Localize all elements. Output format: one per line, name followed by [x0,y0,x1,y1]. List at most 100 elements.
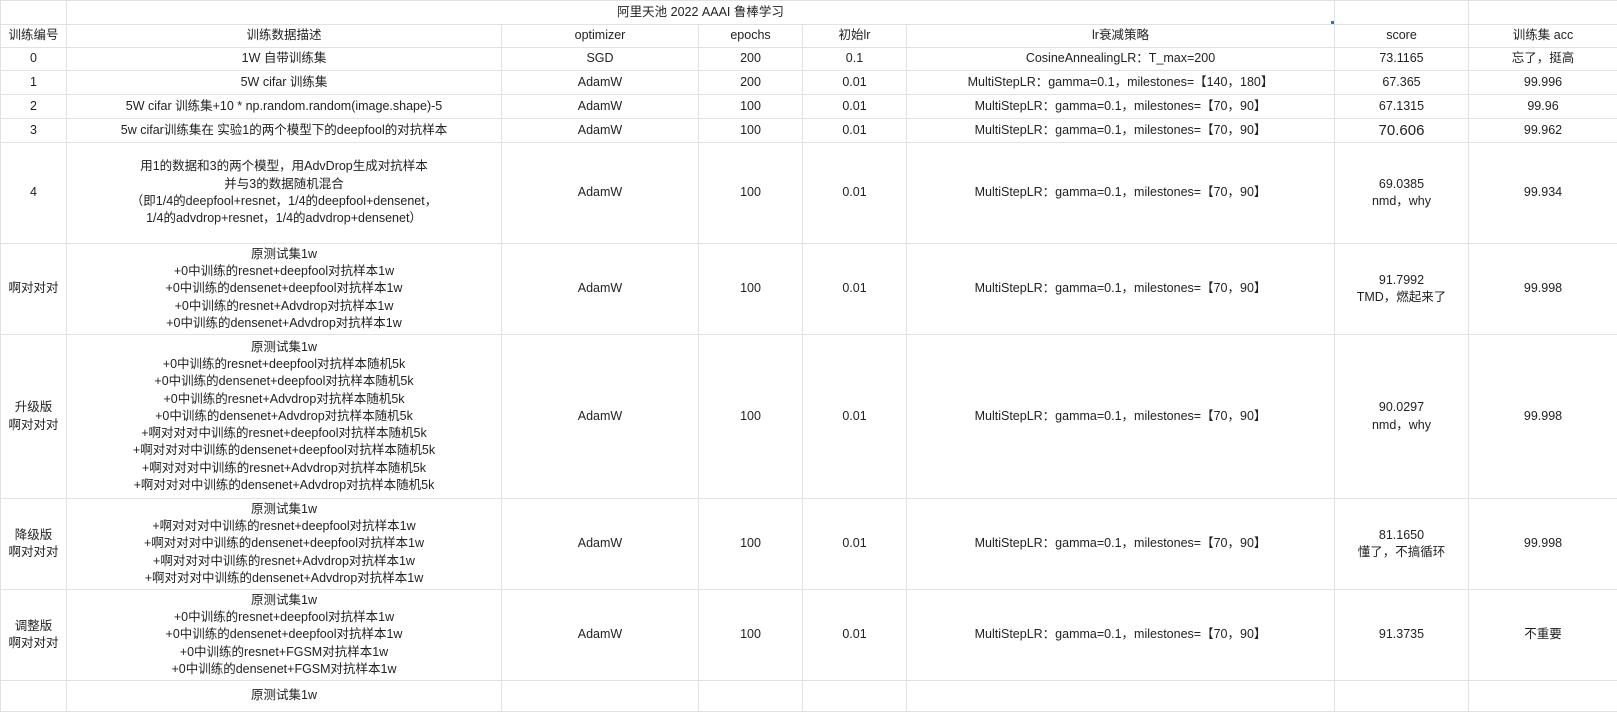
cell-lr-strategy-text: MultiStepLR：gamma=0.1，milestones=【70，90】 [975,185,1267,199]
cell-id[interactable]: 降级版啊对对对 [1,499,67,590]
cell-desc[interactable]: 原测试集1w+0中训练的resnet+deepfool对抗样本随机5k+0中训练… [67,335,502,499]
cell-lr[interactable]: 0.01 [803,71,907,95]
cell-id[interactable]: 2 [1,95,67,119]
cell-lr-strategy[interactable]: MultiStepLR：gamma=0.1，milestones=【70，90】 [907,119,1335,143]
cell-id[interactable]: 4 [1,143,67,244]
cell-lr[interactable]: 0.01 [803,95,907,119]
empty-cell[interactable] [1,1,67,25]
fill-handle[interactable] [1330,20,1335,25]
header-cell-optimizer[interactable]: optimizer [502,25,699,48]
cell-desc[interactable]: 原测试集1w+啊对对对中训练的resnet+deepfool对抗样本1w+啊对对… [67,499,502,590]
cell-epochs[interactable]: 100 [699,143,803,244]
cell-train-acc[interactable]: 99.96 [1469,95,1617,119]
cell-desc[interactable]: 原测试集1w+0中训练的resnet+deepfool对抗样本1w+0中训练的d… [67,590,502,681]
cell-train-acc[interactable]: 99.996 [1469,71,1617,95]
table-row: 升级版啊对对对原测试集1w+0中训练的resnet+deepfool对抗样本随机… [1,335,1617,499]
cell-epochs[interactable]: 100 [699,499,803,590]
cell-epochs[interactable]: 200 [699,71,803,95]
cell-lr-strategy[interactable]: MultiStepLR：gamma=0.1，milestones=【140，18… [907,71,1335,95]
cell-id[interactable]: 啊对对对 [1,244,67,335]
cell-train-acc[interactable]: 不重要 [1469,590,1617,681]
cell-train-acc[interactable]: 99.998 [1469,335,1617,499]
cell-train-acc[interactable]: 99.998 [1469,499,1617,590]
cell-train-acc[interactable]: 99.998 [1469,244,1617,335]
header-cell-epochs[interactable]: epochs [699,25,803,48]
cell-desc[interactable]: 原测试集1w+0中训练的resnet+deepfool对抗样本1w+0中训练的d… [67,244,502,335]
cell-desc[interactable]: 5w cifar训练集在 实验1的两个模型下的deepfool的对抗样本 [67,119,502,143]
cell-lr[interactable]: 0.1 [803,48,907,71]
cell-optimizer[interactable]: AdamW [502,244,699,335]
cell-lr-text: 0.01 [842,409,866,423]
cell-train-acc[interactable] [1469,681,1617,712]
cell-lr[interactable]: 0.01 [803,244,907,335]
cell-optimizer[interactable]: AdamW [502,143,699,244]
cell-optimizer[interactable]: AdamW [502,590,699,681]
cell-lr-strategy[interactable]: MultiStepLR：gamma=0.1，milestones=【70，90】 [907,499,1335,590]
cell-lr-strategy[interactable]: MultiStepLR：gamma=0.1，milestones=【70，90】 [907,590,1335,681]
cell-score[interactable]: 69.0385nmd，why [1335,143,1469,244]
cell-train-acc[interactable]: 99.962 [1469,119,1617,143]
cell-score[interactable]: 91.7992TMD，燃起来了 [1335,244,1469,335]
cell-lr[interactable]: 0.01 [803,499,907,590]
cell-lr-strategy[interactable]: MultiStepLR：gamma=0.1，milestones=【70，90】 [907,95,1335,119]
cell-score[interactable] [1335,681,1469,712]
cell-desc[interactable]: 用1的数据和3的两个模型，用AdvDrop生成对抗样本并与3的数据随机混合（即1… [67,143,502,244]
cell-epochs[interactable]: 100 [699,335,803,499]
cell-optimizer[interactable]: AdamW [502,95,699,119]
cell-desc[interactable]: 5W cifar 训练集+10 * np.random.random(image… [67,95,502,119]
cell-id[interactable]: 升级版啊对对对 [1,335,67,499]
cell-score[interactable]: 90.0297nmd，why [1335,335,1469,499]
cell-id[interactable]: 3 [1,119,67,143]
cell-epochs[interactable]: 100 [699,95,803,119]
sheet-title-cell[interactable]: 阿里天池 2022 AAAI 鲁棒学习 [67,1,1335,25]
cell-optimizer[interactable]: AdamW [502,119,699,143]
cell-score[interactable]: 81.1650懂了，不搞循环 [1335,499,1469,590]
cell-id[interactable] [1,681,67,712]
header-cell-train-acc[interactable]: 训练集 acc [1469,25,1617,48]
empty-cell[interactable] [1469,1,1617,25]
cell-epochs[interactable]: 100 [699,244,803,335]
header-cell-id[interactable]: 训练编号 [1,25,67,48]
cell-lr[interactable] [803,681,907,712]
cell-lr[interactable]: 0.01 [803,335,907,499]
cell-lr-strategy[interactable]: MultiStepLR：gamma=0.1，milestones=【70，90】 [907,143,1335,244]
cell-optimizer[interactable]: AdamW [502,499,699,590]
cell-score[interactable]: 67.1315 [1335,95,1469,119]
cell-lr-strategy[interactable]: MultiStepLR：gamma=0.1，milestones=【70，90】 [907,335,1335,499]
header-cell-lr-strategy[interactable]: lr衰减策略 [907,25,1335,48]
header-cell-lr[interactable]: 初始lr [803,25,907,48]
cell-optimizer[interactable] [502,681,699,712]
cell-score[interactable]: 73.1165 [1335,48,1469,71]
cell-lr[interactable]: 0.01 [803,590,907,681]
cell-lr-strategy[interactable] [907,681,1335,712]
header-cell-score[interactable]: score [1335,25,1469,48]
cell-score[interactable]: 91.3735 [1335,590,1469,681]
cell-id[interactable]: 1 [1,71,67,95]
empty-cell[interactable] [1335,1,1469,25]
cell-score[interactable]: 67.365 [1335,71,1469,95]
cell-lr-strategy[interactable]: MultiStepLR：gamma=0.1，milestones=【70，90】 [907,244,1335,335]
cell-epochs[interactable] [699,681,803,712]
cell-train-acc[interactable]: 忘了，挺高 [1469,48,1617,71]
cell-epochs[interactable]: 200 [699,48,803,71]
cell-score[interactable]: 70.606 [1335,119,1469,143]
cell-lr[interactable]: 0.01 [803,119,907,143]
cell-score-lines: 67.1315 [1337,98,1466,115]
cell-desc[interactable]: 原测试集1w [67,681,502,712]
cell-id[interactable]: 调整版啊对对对 [1,590,67,681]
cell-desc[interactable]: 1W 自带训练集 [67,48,502,71]
header-cell-desc[interactable]: 训练数据描述 [67,25,502,48]
header-row: 训练编号 训练数据描述 optimizer epochs 初始lr lr衰减策略… [1,25,1617,48]
cell-desc-line: +啊对对对中训练的resnet+deepfool对抗样本随机5k [69,425,499,442]
cell-id[interactable]: 0 [1,48,67,71]
cell-lr-strategy[interactable]: CosineAnnealingLR：T_max=200 [907,48,1335,71]
cell-epochs[interactable]: 100 [699,119,803,143]
cell-optimizer[interactable]: AdamW [502,335,699,499]
cell-train-acc[interactable]: 99.934 [1469,143,1617,244]
cell-optimizer[interactable]: AdamW [502,71,699,95]
cell-epochs[interactable]: 100 [699,590,803,681]
cell-lr[interactable]: 0.01 [803,143,907,244]
cell-optimizer[interactable]: SGD [502,48,699,71]
cell-id-lines: 4 [3,184,64,201]
cell-desc[interactable]: 5W cifar 训练集 [67,71,502,95]
